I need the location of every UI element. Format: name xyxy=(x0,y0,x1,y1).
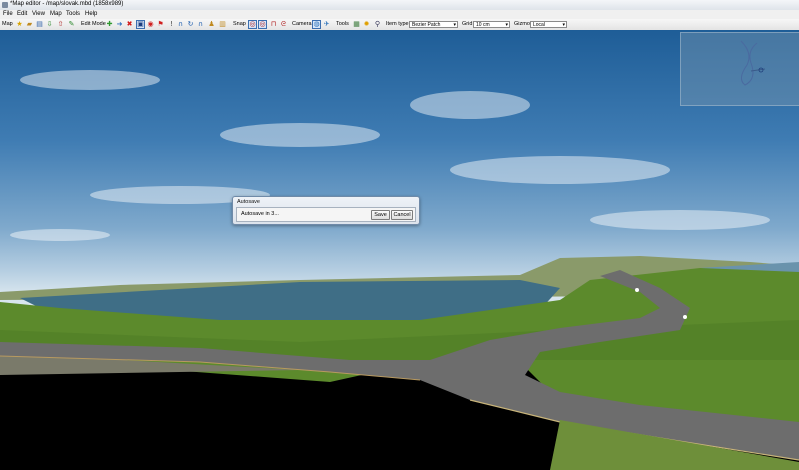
item-type-value: Bezier Patch xyxy=(412,21,441,28)
search-icon[interactable]: ⚲ xyxy=(374,20,381,28)
autosave-dialog: Autosave Autosave in 3... Save Cancel xyxy=(232,196,420,225)
pin-icon[interactable]: ǃ xyxy=(168,20,175,28)
dialog-body: Autosave in 3... Save Cancel xyxy=(236,207,416,222)
menu-tools[interactable]: Tools xyxy=(66,11,80,17)
grid-value: 10 cm xyxy=(476,21,490,28)
gizmo-select[interactable]: Local ▾ xyxy=(530,20,567,28)
delete-icon[interactable]: ✖ xyxy=(126,20,133,28)
tools-label: Tools xyxy=(336,21,349,27)
lock-icon[interactable]: ∩ xyxy=(197,20,204,28)
snap-terrain-icon[interactable]: ⊓ xyxy=(270,20,277,28)
menu-help[interactable]: Help xyxy=(85,11,97,17)
new-icon[interactable]: ★ xyxy=(16,20,23,28)
menu-file[interactable]: File xyxy=(3,11,13,17)
item-type-label: Item type xyxy=(386,21,409,27)
autosave-countdown: Autosave in 3... xyxy=(241,211,279,217)
move-icon[interactable]: ➜ xyxy=(116,20,123,28)
cancel-button[interactable]: Cancel xyxy=(391,210,413,220)
minimap[interactable] xyxy=(680,32,799,106)
grid-label: Grid xyxy=(462,21,473,27)
snap-item-icon[interactable]: ᘓ xyxy=(280,20,287,28)
stamp-icon[interactable]: ♟ xyxy=(208,20,215,28)
save-button[interactable]: Save xyxy=(371,210,390,220)
edit-icon[interactable]: ✎ xyxy=(68,20,75,28)
gizmo-label: Gizmo xyxy=(514,21,530,27)
menu-map[interactable]: Map xyxy=(50,11,62,17)
app-icon xyxy=(2,2,8,8)
camera-label: Camera xyxy=(292,21,312,27)
edit-mode-label: Edit Mode xyxy=(81,21,106,27)
rotate-icon[interactable]: ↻ xyxy=(187,20,194,28)
palette-icon[interactable]: ▦ xyxy=(353,20,360,28)
grid-icon[interactable]: ▥ xyxy=(219,20,226,28)
snap-node-icon[interactable]: ◎ xyxy=(248,19,257,29)
map-viewport[interactable]: Autosave Autosave in 3... Save Cancel xyxy=(0,30,799,470)
chevron-down-icon: ▾ xyxy=(562,21,565,28)
open-icon[interactable]: ▰ xyxy=(26,20,33,28)
grid-select[interactable]: 10 cm ▾ xyxy=(473,20,510,28)
gizmo-value: Local xyxy=(533,21,545,28)
chevron-down-icon: ▾ xyxy=(505,21,508,28)
dialog-title: Autosave xyxy=(237,199,260,205)
flag-icon[interactable]: ⚑ xyxy=(157,20,164,28)
export-icon[interactable]: ⇩ xyxy=(46,20,53,28)
window-title: *Map editor - /map/slovak.mbd (1858x989) xyxy=(10,1,124,7)
magnet-icon[interactable]: ∩ xyxy=(177,20,184,28)
select-icon[interactable]: ▣ xyxy=(136,19,145,29)
clock-icon[interactable]: ◉ xyxy=(147,20,154,28)
camera-orbit-icon[interactable]: ◍ xyxy=(312,19,321,29)
menu-bar: File Edit View Map Tools Help xyxy=(0,10,799,19)
chevron-down-icon: ▾ xyxy=(453,21,456,28)
add-icon[interactable]: ✚ xyxy=(106,20,113,28)
light-icon[interactable]: ✹ xyxy=(363,20,370,28)
snap-label: Snap xyxy=(233,21,246,27)
menu-edit[interactable]: Edit xyxy=(17,11,27,17)
import-icon[interactable]: ⇧ xyxy=(57,20,64,28)
save-icon[interactable]: ▤ xyxy=(36,20,43,28)
menu-view[interactable]: View xyxy=(32,11,45,17)
snap-point-icon[interactable]: ◎ xyxy=(258,19,267,29)
map-label: Map xyxy=(2,21,13,27)
item-type-select[interactable]: Bezier Patch ▾ xyxy=(409,20,458,28)
camera-fly-icon[interactable]: ✈ xyxy=(323,20,330,28)
minimap-road-path xyxy=(740,40,766,86)
